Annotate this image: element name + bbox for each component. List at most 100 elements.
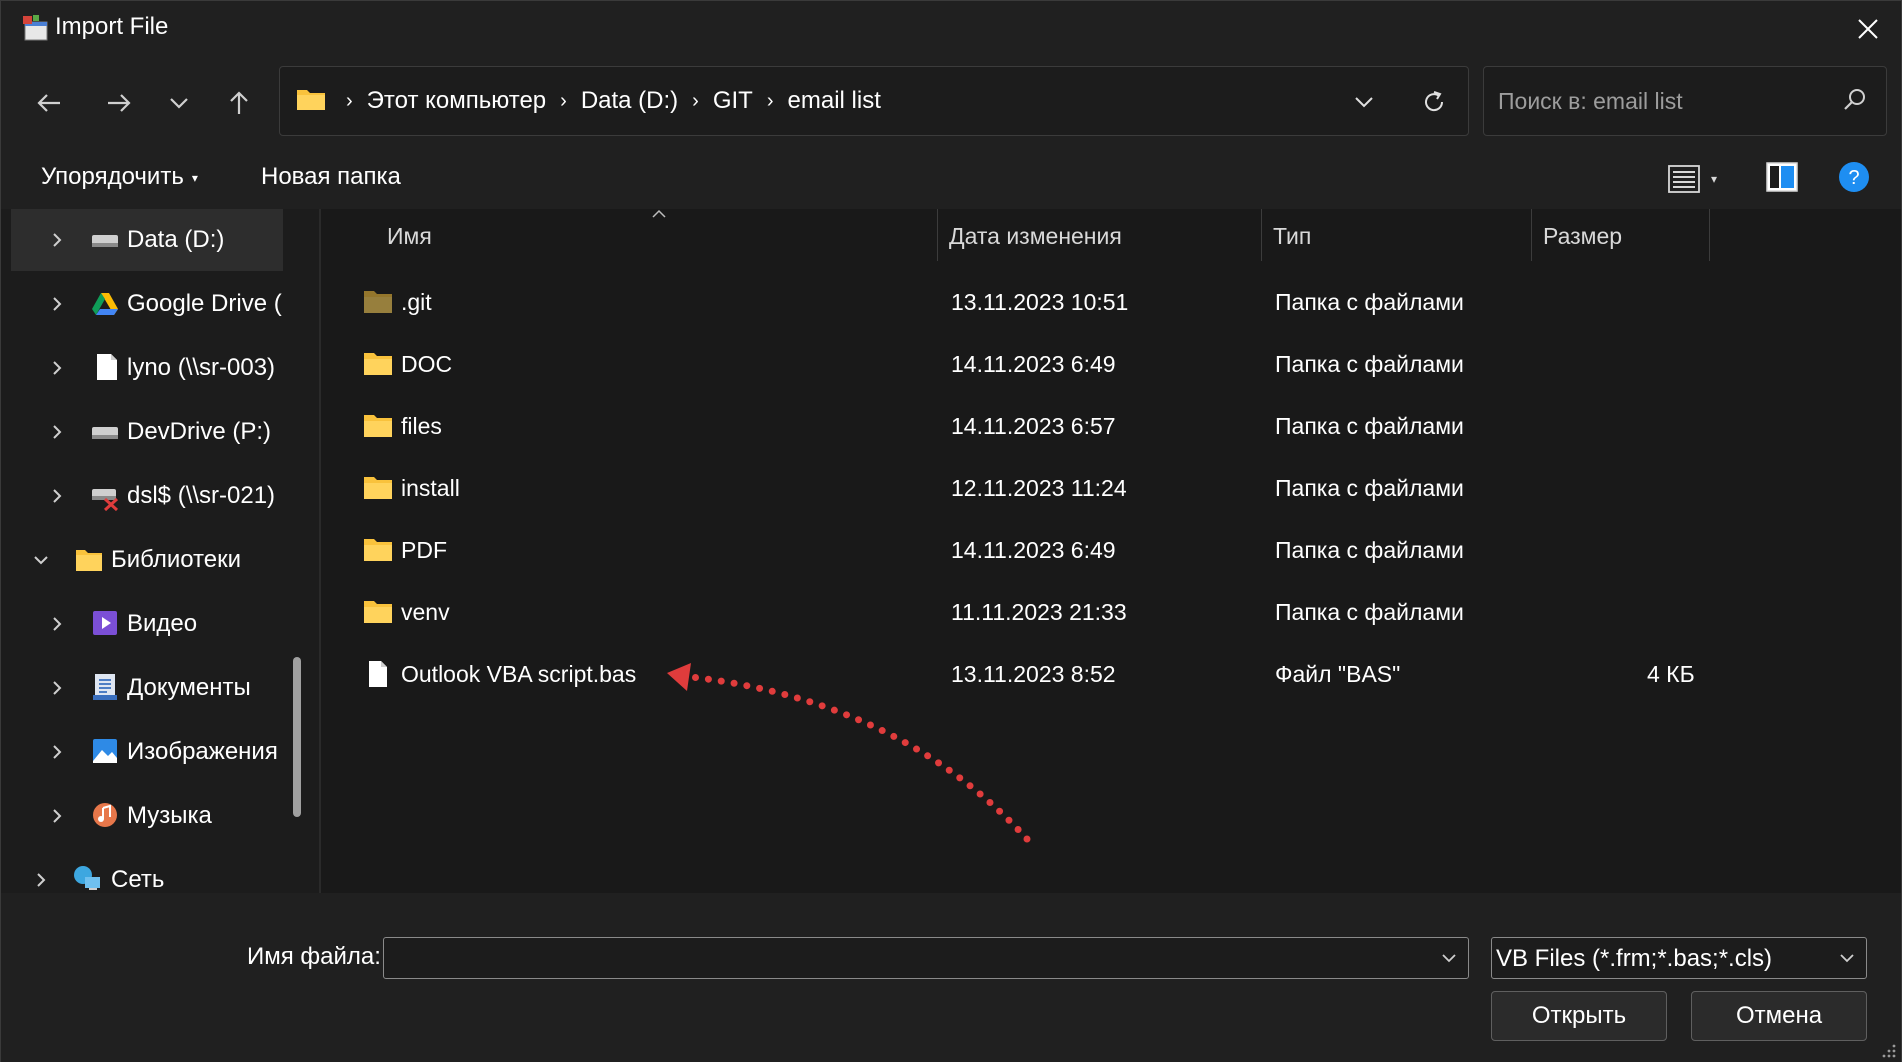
sidebar-item-libraries[interactable]: Библиотеки [11, 529, 283, 591]
chevron-right-icon[interactable] [45, 292, 69, 316]
chevron-right-icon[interactable] [45, 804, 69, 828]
sidebar-scrollbar[interactable] [293, 657, 301, 817]
drive-icon [92, 427, 118, 439]
command-toolbar: Упорядочить ▾ Новая папка ▾ ? [1, 147, 1901, 209]
file-name: install [401, 475, 460, 501]
chevron-right-icon[interactable] [45, 484, 69, 508]
file-row[interactable]: Outlook VBA script.bas 13.11.2023 8:52 Ф… [321, 645, 1901, 707]
chevron-right-icon[interactable] [45, 676, 69, 700]
sidebar-item-dsl[interactable]: dsl$ (\\sr-021) [11, 465, 283, 527]
sidebar-item-label: Видео [127, 610, 198, 637]
close-button[interactable] [1835, 1, 1901, 57]
breadcrumb-separator-icon[interactable]: › [692, 90, 699, 113]
help-icon[interactable]: ? [1837, 159, 1871, 195]
organize-menu[interactable]: Упорядочить ▾ [41, 163, 198, 191]
folder-icon [364, 539, 392, 561]
sidebar-item-data-drive[interactable]: Data (D:) [11, 209, 283, 271]
column-separator[interactable] [1531, 209, 1532, 261]
column-separator[interactable] [937, 209, 938, 261]
chevron-down-icon[interactable] [1440, 948, 1458, 968]
sidebar-item-pictures[interactable]: Изображения [11, 721, 283, 783]
folder-icon [297, 90, 325, 110]
column-header-type[interactable]: Тип [1273, 223, 1311, 250]
filetype-select[interactable]: VB Files (*.frm;*.bas;*.cls) [1491, 937, 1867, 979]
change-view-button[interactable]: ▾ [1667, 161, 1727, 197]
folder-icon [364, 415, 392, 437]
column-header-size[interactable]: Размер [1543, 223, 1622, 250]
sidebar-item-music[interactable]: Музыка [11, 785, 283, 847]
sidebar-item-lyno[interactable]: lyno (\\sr-003) [11, 337, 283, 399]
sidebar-item-label: lyno (\\sr-003) [127, 354, 276, 381]
refresh-button[interactable] [1414, 83, 1454, 121]
footer-panel: Имя файла: VB Files (*.frm;*.bas;*.cls) … [1, 893, 1901, 1062]
preview-pane-icon[interactable] [1765, 159, 1799, 195]
breadcrumb-separator-icon[interactable]: › [346, 90, 353, 113]
file-row[interactable]: venv 11.11.2023 21:33 Папка с файлами [321, 583, 1901, 645]
arrow-up-icon [230, 91, 248, 114]
sidebar-item-devdrive[interactable]: DevDrive (P:) [11, 401, 283, 463]
filename-input[interactable] [392, 942, 1412, 974]
filename-label: Имя файла: [247, 943, 381, 970]
file-type: Папка с файлами [1275, 599, 1464, 625]
cancel-button[interactable]: Отмена [1691, 991, 1867, 1041]
sidebar-item-label: Документы [127, 674, 251, 701]
file-list[interactable]: Имя Дата изменения Тип Размер .git 13.11… [321, 209, 1901, 893]
breadcrumb: › Этот компьютер › Data (D:) › GIT › ema… [332, 67, 881, 135]
file-row[interactable]: files 14.11.2023 6:57 Папка с файлами [321, 397, 1901, 459]
sidebar-item-documents[interactable]: Документы [11, 657, 283, 719]
column-separator[interactable] [1709, 209, 1710, 261]
search-box[interactable] [1483, 66, 1887, 136]
chevron-down-icon[interactable] [29, 548, 53, 572]
chevron-right-icon[interactable] [45, 228, 69, 252]
window-title: Import File [55, 13, 169, 40]
forward-button[interactable] [95, 79, 143, 127]
search-icon[interactable] [1842, 87, 1868, 113]
file-type: Папка с файлами [1275, 413, 1464, 439]
back-button[interactable] [25, 79, 73, 127]
address-history-dropdown[interactable] [1344, 85, 1384, 119]
file-date: 12.11.2023 11:24 [951, 475, 1127, 501]
open-button[interactable]: Открыть [1491, 991, 1667, 1041]
chevron-right-icon[interactable] [45, 740, 69, 764]
chevron-down-icon[interactable] [1838, 948, 1856, 968]
sort-ascending-icon [652, 209, 666, 218]
new-folder-button[interactable]: Новая папка [261, 163, 401, 191]
file-row[interactable]: PDF 14.11.2023 6:49 Папка с файлами [321, 521, 1901, 583]
column-header-name[interactable]: Имя [387, 223, 432, 250]
chevron-right-icon[interactable] [29, 868, 53, 892]
resize-grip-icon[interactable] [1881, 1043, 1897, 1059]
file-row[interactable]: install 12.11.2023 11:24 Папка с файлами [321, 459, 1901, 521]
file-date: 13.11.2023 10:51 [951, 289, 1129, 315]
file-type: Папка с файлами [1275, 289, 1464, 315]
chevron-right-icon[interactable] [45, 356, 69, 380]
file-row[interactable]: .git 13.11.2023 10:51 Папка с файлами [321, 273, 1901, 335]
sidebar-item-video[interactable]: Видео [11, 593, 283, 655]
breadcrumb-data-drive[interactable]: Data (D:) [581, 87, 678, 115]
sidebar-item-label: Библиотеки [111, 546, 242, 573]
address-bar[interactable]: › Этот компьютер › Data (D:) › GIT › ema… [279, 66, 1469, 136]
up-button[interactable] [215, 79, 263, 127]
chevron-right-icon[interactable] [45, 420, 69, 444]
search-input[interactable] [1498, 67, 1828, 135]
close-icon [1858, 19, 1878, 39]
chevron-right-icon[interactable] [45, 612, 69, 636]
file-date: 14.11.2023 6:49 [951, 351, 1116, 377]
breadcrumb-this-pc[interactable]: Этот компьютер [367, 87, 546, 115]
recent-locations-button[interactable] [155, 79, 203, 127]
navigation-pane[interactable]: Data (D:) Google Drive ( lyno (\\sr-003) [1, 209, 319, 893]
breadcrumb-separator-icon[interactable]: › [767, 90, 774, 113]
file-row[interactable]: DOC 14.11.2023 6:49 Папка с файлами [321, 335, 1901, 397]
breadcrumb-separator-icon[interactable]: › [560, 90, 567, 113]
breadcrumb-email-list[interactable]: email list [788, 87, 881, 115]
breadcrumb-git[interactable]: GIT [713, 87, 753, 115]
file-name: Outlook VBA script.bas [401, 661, 637, 687]
sidebar-item-label: dsl$ (\\sr-021) [127, 482, 276, 509]
chevron-down-icon [170, 98, 188, 109]
column-separator[interactable] [1261, 209, 1262, 261]
arrow-right-icon [108, 94, 131, 112]
folder-icon [364, 601, 392, 623]
sidebar-item-google-drive[interactable]: Google Drive ( [11, 273, 283, 335]
column-header-date[interactable]: Дата изменения [949, 223, 1122, 250]
sidebar-item-network[interactable]: Сеть [11, 849, 283, 893]
filename-combobox[interactable] [383, 937, 1469, 979]
